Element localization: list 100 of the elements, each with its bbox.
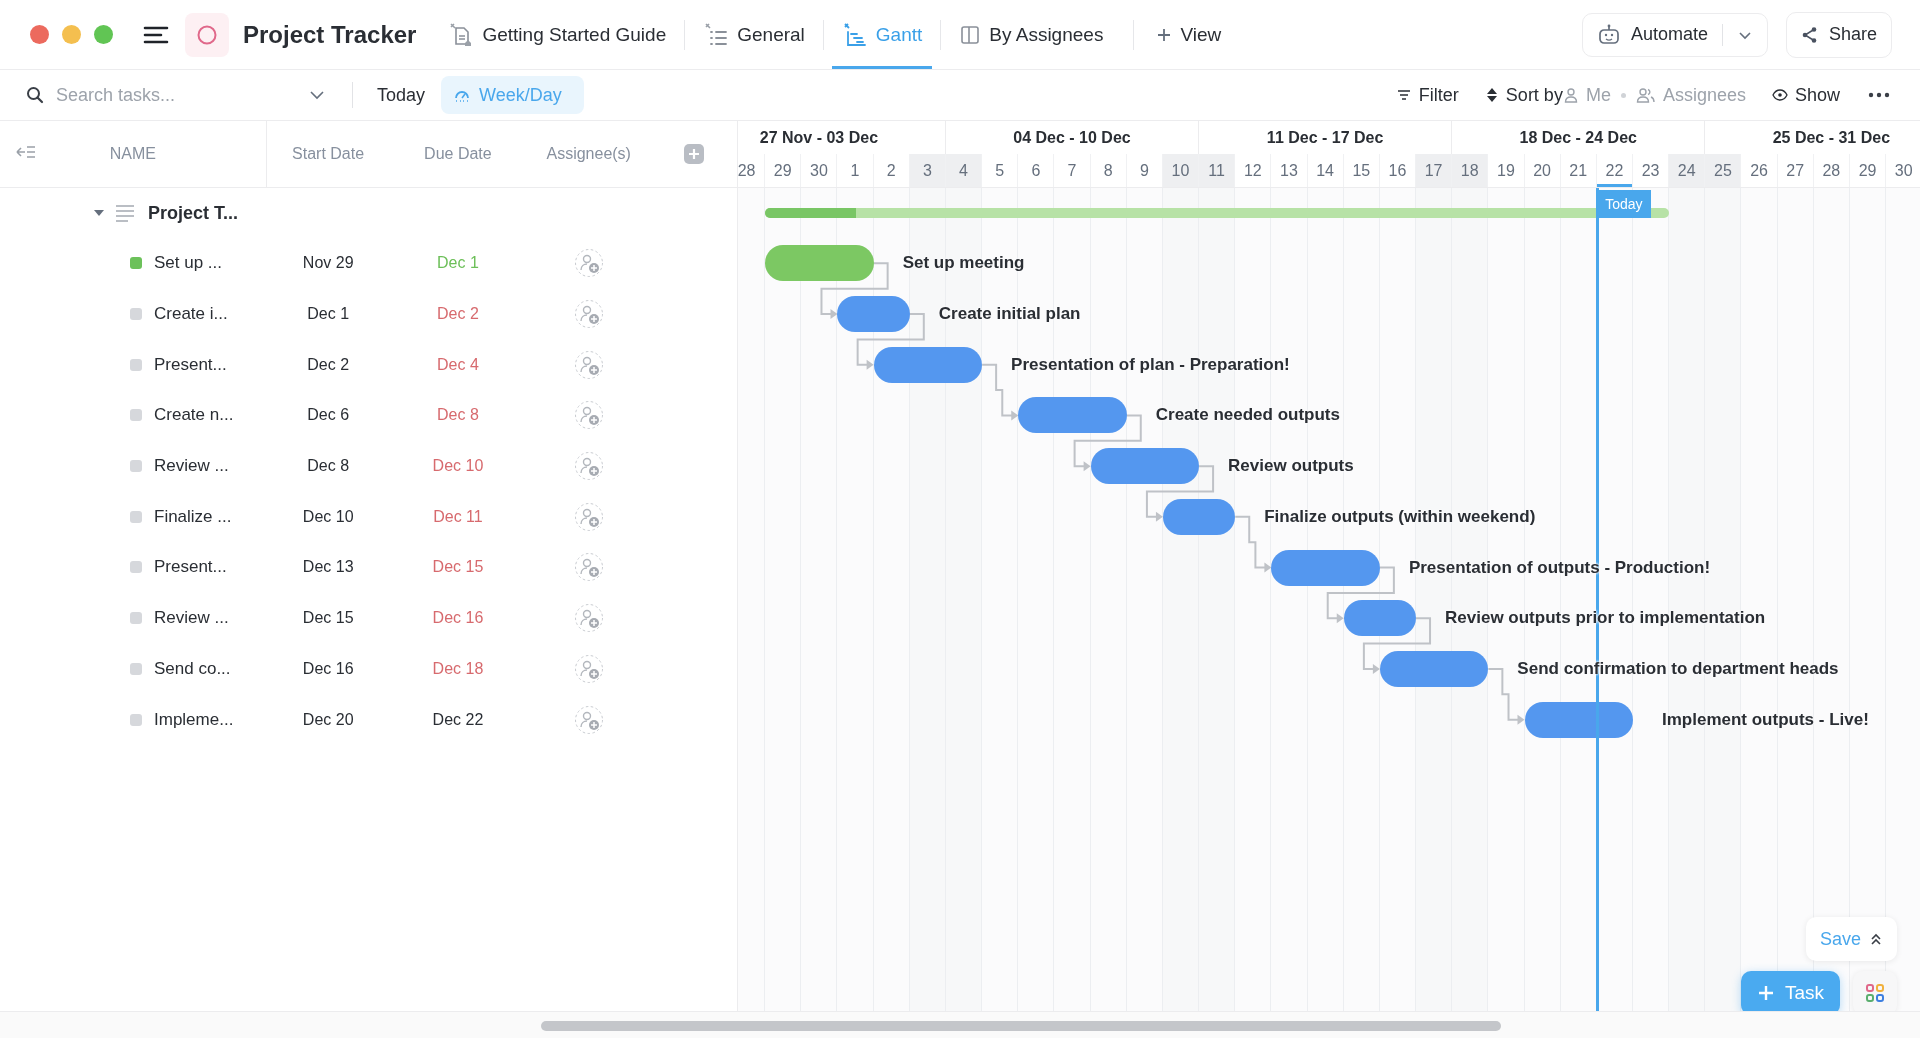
week-label: 27 Nov - 03 Dec — [759, 128, 879, 147]
status-square[interactable] — [130, 460, 142, 473]
group-name[interactable]: Project T... — [148, 202, 239, 224]
day-cell: 9 — [1126, 154, 1163, 187]
sort-icon — [1484, 87, 1499, 103]
day-cell: 13 — [1271, 154, 1308, 187]
day-cell: 10 — [1162, 154, 1200, 187]
task-name[interactable]: Set up ... — [154, 253, 223, 274]
day-cell: 30 — [801, 154, 838, 187]
status-square[interactable] — [130, 713, 142, 726]
search-field[interactable]: Search tasks... — [54, 83, 298, 107]
due-date: Dec 2 — [437, 305, 479, 324]
add-assignee-icon[interactable] — [573, 299, 604, 330]
week-label: 11 Dec - 17 Dec — [1266, 128, 1384, 147]
start-date: Dec 6 — [307, 406, 350, 425]
automate-button[interactable]: Automate — [1581, 12, 1768, 57]
add-assignee-icon[interactable] — [573, 451, 604, 482]
collapse-icon[interactable] — [15, 143, 37, 161]
task-bar[interactable] — [1524, 701, 1633, 738]
more-icon[interactable] — [1868, 91, 1890, 99]
day-cell: 25 — [1705, 154, 1742, 187]
start-date: Dec 10 — [302, 507, 354, 526]
project-icon — [185, 12, 229, 57]
task-bar[interactable] — [873, 346, 983, 383]
start-date: Nov 29 — [302, 254, 354, 273]
people-icon — [1635, 87, 1656, 103]
day-cell: 7 — [1054, 154, 1091, 187]
menu-icon[interactable] — [143, 24, 169, 45]
day-cell: 4 — [945, 154, 983, 187]
add-assignee-icon[interactable] — [573, 400, 604, 431]
status-square[interactable] — [130, 257, 142, 270]
status-square[interactable] — [130, 612, 142, 625]
toolbar-button[interactable]: Filter — [1395, 80, 1459, 110]
status-square[interactable] — [130, 409, 142, 422]
add-assignee-icon[interactable] — [573, 603, 604, 634]
start-date: Dec 1 — [307, 305, 350, 324]
task-bar[interactable] — [1343, 600, 1417, 637]
dependency-arrow — [1362, 617, 1432, 674]
add-column-icon[interactable] — [683, 143, 706, 165]
add-assignee-icon[interactable] — [573, 552, 604, 583]
toolbar-button[interactable]: Sort by — [1484, 80, 1563, 110]
day-cell: 8 — [1090, 154, 1127, 187]
status-square[interactable] — [130, 561, 142, 574]
task-bar[interactable] — [1271, 549, 1380, 586]
day-cell: 21 — [1560, 154, 1597, 187]
start-date: Dec 2 — [307, 355, 350, 374]
add-view-button[interactable]: View — [1150, 19, 1228, 50]
task-name[interactable]: Send co... — [154, 658, 231, 679]
task-name[interactable]: Review ... — [154, 608, 229, 629]
due-date: Dec 10 — [432, 457, 484, 476]
column-header: Assignee(s) — [546, 145, 631, 163]
apps-button[interactable] — [1853, 971, 1897, 1011]
status-square[interactable] — [130, 662, 142, 675]
add-assignee-icon[interactable] — [573, 704, 604, 735]
task-name[interactable]: Finalize ... — [154, 506, 232, 527]
view-tab[interactable]: Getting Started Guide — [438, 0, 677, 69]
view-tab[interactable]: By Assignees — [949, 0, 1114, 69]
task-name[interactable]: Present... — [154, 557, 227, 578]
day-cell: 5 — [982, 154, 1019, 187]
list-icon — [703, 21, 730, 48]
board-icon — [959, 23, 982, 46]
add-assignee-icon[interactable] — [573, 248, 604, 279]
dependency-arrow — [1326, 566, 1395, 624]
add-assignee-icon[interactable] — [573, 653, 604, 684]
day-cell: 27 — [1777, 154, 1814, 187]
task-name[interactable]: Create i... — [154, 304, 228, 325]
task-bar[interactable] — [1379, 650, 1489, 687]
day-cell: 12 — [1235, 154, 1272, 187]
task-bar-label: Create initial plan — [938, 303, 1081, 326]
share-button[interactable]: Share — [1785, 11, 1892, 58]
status-square[interactable] — [130, 510, 142, 523]
dependency-arrow — [856, 313, 925, 370]
task-bar-label: Create needed outputs — [1155, 404, 1340, 427]
status-square[interactable] — [130, 358, 142, 371]
view-tab[interactable]: General — [693, 0, 815, 69]
task-bar[interactable] — [765, 245, 874, 282]
today-button[interactable]: Today — [369, 78, 434, 112]
day-cell: 28 — [1813, 154, 1850, 187]
task-name[interactable]: Present... — [154, 354, 227, 375]
task-name[interactable]: Impleme... — [154, 709, 234, 730]
task-name[interactable]: Create n... — [154, 405, 234, 426]
day-cell: 26 — [1741, 154, 1778, 187]
add-assignee-icon[interactable] — [573, 501, 604, 532]
caret-icon[interactable] — [92, 208, 106, 218]
filter-icon — [1395, 87, 1412, 103]
due-date: Dec 22 — [432, 710, 484, 729]
start-date: Dec 20 — [302, 710, 354, 729]
column-header: Due Date — [424, 145, 492, 163]
scrollbar-thumb[interactable] — [541, 1021, 1501, 1031]
task-bar[interactable] — [837, 296, 910, 333]
day-cell: 22 — [1596, 154, 1633, 187]
day-cell: 29 — [1849, 154, 1887, 187]
task-name[interactable]: Review ... — [154, 456, 229, 477]
add-assignee-icon[interactable] — [573, 349, 604, 380]
task-bar[interactable] — [1090, 448, 1200, 485]
task-bar[interactable] — [1018, 397, 1127, 434]
list-icon — [114, 203, 136, 223]
status-square[interactable] — [130, 308, 142, 321]
day-cell: 14 — [1307, 154, 1344, 187]
toolbar-button[interactable]: Show — [1771, 80, 1840, 110]
